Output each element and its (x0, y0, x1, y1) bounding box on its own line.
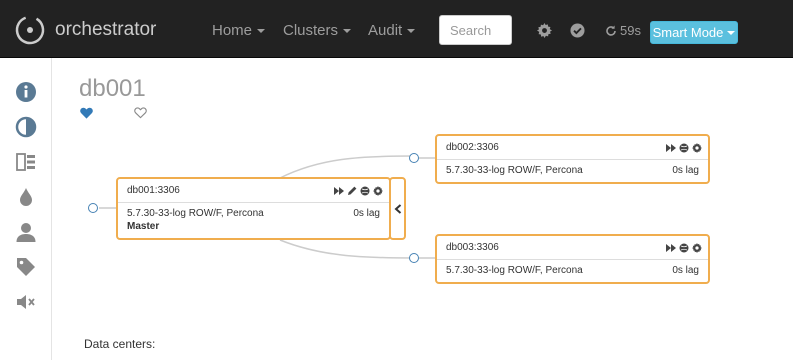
search-input[interactable] (439, 15, 512, 45)
sidebar (0, 58, 52, 360)
node-db002-header: db002:3306 (437, 136, 708, 160)
node-db003-tools (666, 242, 702, 253)
heart-outline-icon[interactable] (134, 107, 147, 119)
fast-forward-icon[interactable] (666, 243, 676, 253)
node-db003-info: 5.7.30-33-log ROW/F, Percona 0s lag (446, 264, 699, 277)
menu-clusters[interactable]: Clusters (283, 22, 352, 39)
node-master-title[interactable]: db001:3306 (127, 185, 180, 196)
fast-forward-icon[interactable] (334, 186, 344, 196)
node-master-version: 5.7.30-33-log ROW/F, Percona (127, 208, 264, 219)
node-db002-version: 5.7.30-33-log ROW/F, Percona (446, 165, 583, 176)
top-navbar: orchestrator Home Clusters Audit 59s Sma… (0, 0, 793, 58)
data-centers-label: Data centers: (84, 337, 156, 351)
menu-audit[interactable]: Audit (368, 22, 416, 39)
gear-icon[interactable] (692, 142, 702, 153)
node-master-header: db001:3306 (118, 179, 389, 203)
gear-icon[interactable] (692, 242, 702, 253)
menu-clusters-label: Clusters (283, 22, 339, 39)
chevron-down-icon (257, 28, 266, 33)
globe-icon[interactable] (679, 243, 689, 253)
brand[interactable]: orchestrator (14, 14, 156, 46)
node-db003-title[interactable]: db003:3306 (446, 242, 499, 253)
node-db003-body: 5.7.30-33-log ROW/F, Percona 0s lag (437, 260, 708, 281)
heart-filled-icon[interactable] (80, 107, 93, 119)
refresh-countdown-value: 59s (620, 23, 641, 38)
page-title: db001 (79, 75, 146, 102)
link-master-db002 (279, 155, 415, 179)
gear-icon[interactable] (373, 185, 383, 196)
drop-icon[interactable] (15, 186, 37, 208)
node-db003-version: 5.7.30-33-log ROW/F, Percona (446, 265, 583, 276)
node-master-info: 5.7.30-33-log ROW/F, Percona 0s lag (127, 207, 380, 220)
db003-upstream-dot[interactable] (409, 253, 419, 263)
tag-icon[interactable] (15, 256, 37, 278)
node-master-body: 5.7.30-33-log ROW/F, Percona 0s lag Mast… (118, 203, 389, 237)
mute-icon[interactable] (15, 291, 37, 313)
node-master-role: Master (127, 221, 160, 232)
globe-icon[interactable] (360, 186, 370, 196)
link-master-db003 (279, 239, 415, 259)
cluster-list-icon[interactable] (15, 151, 37, 173)
node-db002-tools (666, 142, 702, 153)
menu-home[interactable]: Home (212, 22, 266, 39)
master-upstream-dot[interactable] (88, 203, 98, 213)
chevron-left-icon (393, 203, 401, 214)
chevron-down-icon (343, 28, 352, 33)
node-db002-title[interactable]: db002:3306 (446, 142, 499, 153)
check-circle-icon[interactable] (570, 23, 585, 38)
pencil-icon[interactable] (347, 186, 357, 196)
node-db002-info: 5.7.30-33-log ROW/F, Percona 0s lag (446, 164, 699, 177)
gear-icon[interactable] (537, 23, 552, 38)
orchestrator-logo-icon (15, 15, 45, 45)
refresh-icon (606, 25, 616, 36)
collapse-replicas-button[interactable] (389, 177, 406, 240)
node-replica-db002[interactable]: db002:3306 5.7.30-33-log ROW/F, Percona … (435, 134, 710, 184)
db002-upstream-dot[interactable] (409, 153, 419, 163)
chevron-down-icon (727, 30, 736, 35)
user-icon[interactable] (15, 221, 37, 243)
node-db002-body: 5.7.30-33-log ROW/F, Percona 0s lag (437, 160, 708, 181)
chevron-down-icon (407, 28, 416, 33)
node-db003-header: db003:3306 (437, 236, 708, 260)
node-db003-lag: 0s lag (672, 265, 699, 276)
smart-mode-button[interactable]: Smart Mode (650, 21, 738, 44)
node-db002-lag: 0s lag (672, 165, 699, 176)
node-replica-db003[interactable]: db003:3306 5.7.30-33-log ROW/F, Percona … (435, 234, 710, 284)
info-icon[interactable] (15, 81, 37, 103)
smart-mode-label: Smart Mode (652, 25, 724, 40)
brand-name: orchestrator (55, 19, 157, 40)
node-master-tools (334, 185, 383, 196)
menu-audit-label: Audit (368, 22, 403, 39)
refresh-countdown[interactable]: 59s (605, 23, 641, 38)
node-master[interactable]: db001:3306 5.7.30-33-log ROW/F, Percona … (116, 177, 391, 240)
menu-home-label: Home (212, 22, 253, 39)
fast-forward-icon[interactable] (666, 143, 676, 153)
node-master-lag: 0s lag (353, 208, 380, 219)
globe-icon[interactable] (679, 143, 689, 153)
contrast-icon[interactable] (15, 116, 37, 138)
